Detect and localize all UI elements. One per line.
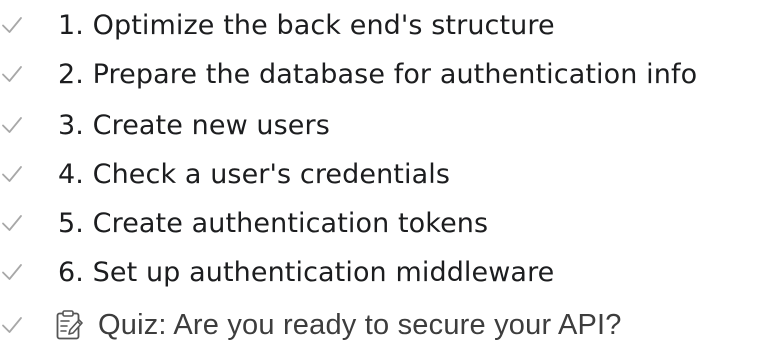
lesson-item-2[interactable]: 2. Prepare the database for authenticati… [0,49,770,99]
quiz-item[interactable]: Quiz: Are you ready to secure your API? [0,300,770,350]
lesson-item-3[interactable]: 3. Create new users [0,100,770,150]
checkmark-icon [0,162,24,186]
lesson-label: 2. Prepare the database for authenticati… [58,58,698,90]
checkmark-icon [0,260,24,284]
checkmark-icon [0,13,24,37]
checkmark-icon [0,113,24,137]
lesson-label: 5. Create authentication tokens [58,207,489,239]
checkmark-icon [0,211,24,235]
lesson-item-5[interactable]: 5. Create authentication tokens [0,198,770,248]
checkmark-icon [0,62,24,86]
quiz-label: Quiz: Are you ready to secure your API? [98,308,622,341]
lesson-label: 1. Optimize the back end's structure [58,9,555,41]
lesson-label: 6. Set up authentication middleware [58,256,555,288]
lesson-label: 3. Create new users [58,109,330,141]
lesson-item-4[interactable]: 4. Check a user's credentials [0,149,770,199]
lesson-label: 4. Check a user's credentials [58,158,451,190]
checkmark-icon [0,313,24,337]
lesson-item-6[interactable]: 6. Set up authentication middleware [0,247,770,297]
lesson-item-1[interactable]: 1. Optimize the back end's structure [0,0,770,50]
quiz-clipboard-icon [55,309,83,341]
